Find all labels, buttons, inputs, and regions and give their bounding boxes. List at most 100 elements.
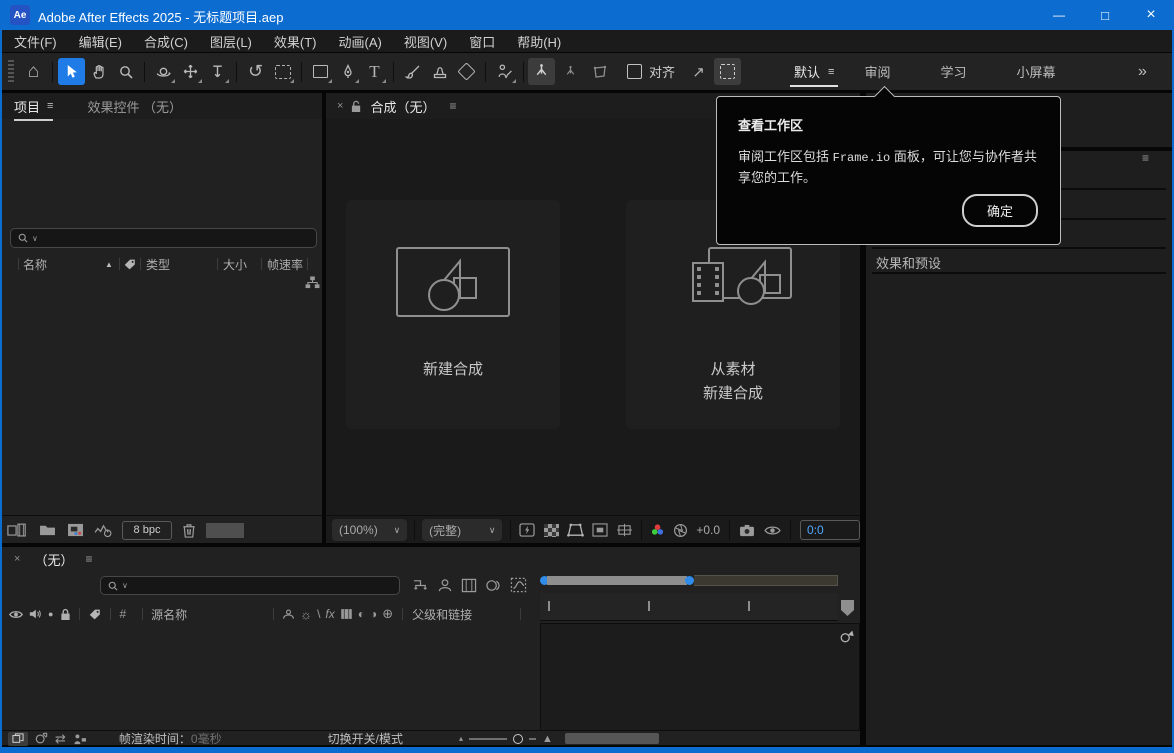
orbit-camera-tool[interactable] (150, 58, 177, 85)
zoom-tool[interactable] (112, 58, 139, 85)
home-button[interactable]: ⌂ (20, 58, 47, 85)
navigator-end-handle[interactable] (685, 576, 694, 585)
text-tool[interactable]: T (361, 58, 388, 85)
menu-edit[interactable]: 编辑(E) (79, 32, 122, 51)
eraser-tool[interactable] (453, 58, 480, 85)
selection-tool[interactable] (58, 58, 85, 85)
sidebar-panel-menu-icon[interactable]: ≡ (1142, 151, 1149, 165)
menu-view[interactable]: 视图(V) (404, 32, 447, 51)
rotation-tool[interactable]: ↺ (242, 58, 269, 85)
dolly-camera-tool[interactable] (204, 58, 231, 85)
resolution-dropdown[interactable]: (完整) ∨ (422, 519, 502, 541)
project-settings-icon[interactable] (94, 523, 112, 538)
channel-button[interactable] (650, 521, 665, 539)
trash-icon[interactable] (182, 523, 196, 538)
mini-flowchart-icon[interactable] (412, 578, 429, 593)
close-button[interactable]: × (1128, 0, 1174, 30)
three-d-layer-switch-icon[interactable]: ⊕ (382, 606, 393, 622)
workspace-tab-learn[interactable]: 学习 (936, 53, 970, 90)
composition-tab-label[interactable]: 合成（无） (370, 97, 435, 116)
mask-visibility-button[interactable] (567, 521, 584, 539)
expand-transfer-controls-icon[interactable] (35, 732, 48, 745)
roto-brush-tool[interactable] (491, 58, 518, 85)
workspace-tab-review[interactable]: 审阅 (860, 53, 894, 90)
snap-toggle[interactable]: 对齐 (627, 62, 675, 81)
timeline-track-area[interactable] (540, 623, 860, 731)
tab-effect-controls[interactable]: 效果控件 （无） (87, 97, 182, 116)
transparency-grid-button[interactable] (543, 521, 558, 539)
collapse-transformations-icon[interactable]: ☼ (300, 607, 312, 622)
column-size[interactable]: 大小 (223, 256, 247, 273)
sort-ascending-icon[interactable]: ▲ (105, 260, 113, 269)
maximize-button[interactable]: □ (1082, 0, 1128, 30)
workspace-tab-small-screen[interactable]: 小屏幕 (1012, 53, 1059, 90)
column-type[interactable]: 类型 (146, 256, 170, 273)
hand-tool[interactable] (85, 58, 112, 85)
eye-icon[interactable] (9, 609, 23, 620)
column-parent-link[interactable]: 父级和链接 (412, 606, 472, 623)
menu-window[interactable]: 窗口 (469, 32, 495, 51)
label-color-icon[interactable] (123, 257, 137, 271)
expand-in-out-icon[interactable]: ⇄ (55, 731, 66, 747)
motion-blur-switch-icon[interactable]: ◐ (358, 607, 365, 621)
workspace-overflow-button[interactable]: » (1138, 53, 1147, 90)
time-ruler[interactable] (540, 593, 838, 621)
frame-blending-icon[interactable] (461, 578, 477, 593)
interpret-footage-icon[interactable] (7, 523, 27, 538)
snap-checkbox[interactable] (627, 64, 642, 79)
bit-depth-button[interactable]: 8 bpc (122, 521, 172, 540)
view-axis-mode-button[interactable] (586, 58, 613, 85)
project-search-input[interactable]: ∨ (10, 228, 317, 248)
world-axis-mode-button[interactable] (557, 58, 584, 85)
graph-editor-icon[interactable] (510, 577, 527, 593)
zoom-slider-knob[interactable] (513, 734, 523, 744)
unlock-icon[interactable] (351, 100, 362, 113)
expand-layer-switches-button[interactable] (8, 732, 28, 746)
snap-to-features-button[interactable] (714, 58, 741, 85)
label-color-icon[interactable] (88, 607, 102, 621)
workspace-menu-icon[interactable]: ≡ (828, 66, 834, 78)
menu-help[interactable]: 帮助(H) (517, 32, 561, 51)
frame-blend-switch-icon[interactable] (340, 608, 353, 620)
snap-along-edges-button[interactable]: ↗ (685, 58, 712, 85)
camera-tool[interactable] (269, 58, 296, 85)
column-source-name[interactable]: 源名称 (151, 606, 187, 623)
minimize-button[interactable]: — (1036, 0, 1082, 30)
shy-icon[interactable] (282, 608, 295, 621)
flowchart-icon[interactable] (305, 276, 320, 289)
marker-bin-icon[interactable] (840, 599, 855, 617)
footer-scrollbar-thumb[interactable] (206, 523, 244, 538)
zoom-out-icon[interactable]: ▴ (459, 734, 463, 743)
pan-camera-tool[interactable] (177, 58, 204, 85)
expand-render-time-icon[interactable] (73, 733, 87, 745)
zoom-slider-track[interactable] (469, 738, 507, 740)
effects-presets-panel-title[interactable]: 效果和预设 (876, 253, 941, 272)
menu-composition[interactable]: 合成(C) (144, 32, 188, 51)
pen-tool[interactable] (334, 58, 361, 85)
rectangle-tool[interactable] (307, 58, 334, 85)
region-of-interest-button[interactable] (592, 521, 608, 539)
timeline-panel-menu-icon[interactable]: ≡ (85, 552, 92, 566)
column-number[interactable]: # (119, 607, 126, 621)
comp-marker-button-icon[interactable] (839, 628, 855, 644)
new-composition-card[interactable]: 新建合成 (346, 200, 560, 429)
brush-tool[interactable] (399, 58, 426, 85)
magnification-dropdown[interactable]: (100%) ∨ (332, 519, 407, 541)
show-snapshot-button[interactable] (764, 521, 781, 539)
panel-close-icon[interactable]: × (337, 100, 343, 112)
tab-project[interactable]: 项目 ≡ (14, 97, 53, 116)
timecode-field[interactable]: 0:0 (800, 520, 860, 540)
exposure-region-button[interactable] (616, 521, 633, 539)
lock-icon[interactable] (60, 608, 71, 621)
exposure-toggle-button[interactable] (673, 521, 688, 539)
toggle-switches-button[interactable]: 切换开关/模式 (328, 730, 403, 747)
solo-icon[interactable]: ● (48, 609, 53, 619)
motion-blur-icon[interactable] (485, 578, 502, 593)
navigator-remaining-range[interactable] (694, 575, 838, 586)
menu-animation[interactable]: 动画(A) (339, 32, 382, 51)
toolbar-grip[interactable] (8, 60, 14, 84)
adjustment-layer-switch-icon[interactable]: ◑ (370, 607, 377, 621)
workspace-tab-default[interactable]: 默认 ≡ (790, 53, 838, 90)
timeline-search-input[interactable]: ∨ (100, 576, 400, 595)
timeline-tab-label[interactable]: （无） (34, 550, 73, 569)
